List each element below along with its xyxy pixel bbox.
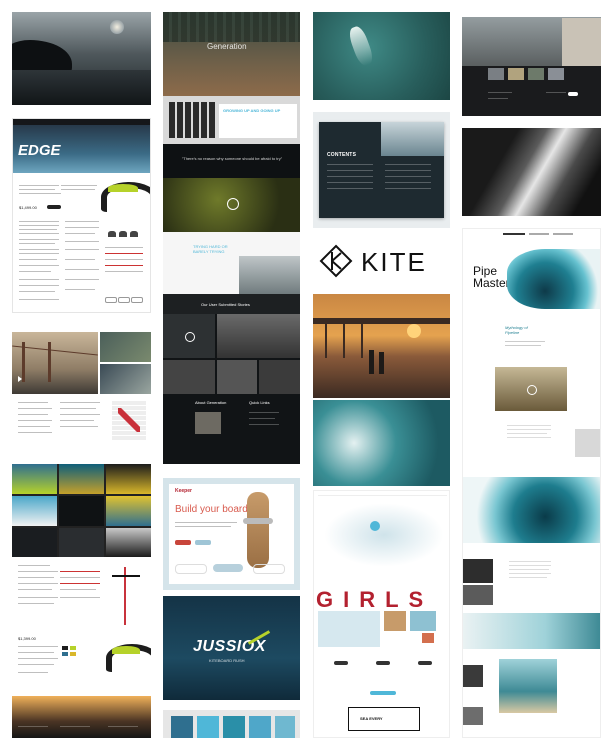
column-1: EDGE $1,499.00 $1,399.00 <box>12 12 151 738</box>
aerial-surf-image[interactable] <box>313 12 450 100</box>
wind-range-chart <box>112 400 146 440</box>
golden-gate-video-tile[interactable] <box>12 332 151 394</box>
shop-button[interactable] <box>370 691 396 695</box>
secondary-button[interactable] <box>195 540 211 545</box>
quote-text: "There's no reason why someone should be… <box>181 156 283 161</box>
jussiox-tagline: KITEBOARD RUSH <box>209 658 245 663</box>
wave-hero <box>507 249 600 309</box>
stories-heading: Our User Submitted Stories <box>201 302 250 307</box>
edge-price: $1,499.00 <box>19 205 37 210</box>
girls-collection-page[interactable]: GIRLS SEA EVERY <box>313 490 450 738</box>
column-3: CONTENTS KITE GIRLS SEA EVERY <box>313 12 450 738</box>
sunset-footer-tile[interactable] <box>12 696 151 738</box>
subscribe-button[interactable] <box>568 92 578 96</box>
kite-logo-tile[interactable]: KITE <box>313 230 450 292</box>
pier-sunset-image[interactable] <box>313 294 450 398</box>
sea-every-cta[interactable]: SEA EVERY <box>360 716 383 721</box>
edge-title: EDGE <box>18 142 61 159</box>
generation-site-page[interactable]: Generation GROWING UP AND GOING UP "Ther… <box>163 12 300 464</box>
play-icon[interactable] <box>18 376 22 382</box>
app-screens-tile[interactable] <box>163 710 300 738</box>
size-button[interactable] <box>131 297 143 303</box>
street-site-page[interactable] <box>462 12 601 116</box>
beach-wave-image[interactable] <box>499 659 557 713</box>
pipe-masters-page[interactable]: Pipe Masters Mythology of Pipeline <box>462 228 601 738</box>
control-bar-section <box>12 557 151 632</box>
pipe-subtitle: Mythology of Pipeline <box>505 325 528 335</box>
barrel-wave-image[interactable] <box>463 477 600 543</box>
size-button[interactable] <box>105 297 117 303</box>
board-heading: Build your board. <box>175 504 251 515</box>
product-price: $1,399.00 <box>18 636 36 641</box>
surfer-photo[interactable] <box>495 367 567 411</box>
quick-links-heading: Quick Links <box>249 400 270 405</box>
column-2: Generation GROWING UP AND GOING UP "Ther… <box>163 12 300 738</box>
aerial-wave-image[interactable] <box>313 400 450 486</box>
edge-kite-product-page[interactable]: EDGE $1,499.00 <box>12 118 151 313</box>
column-4: Pipe Masters Mythology of Pipeline <box>462 12 601 738</box>
contents-heading: CONTENTS <box>327 152 357 158</box>
add-to-cart-button[interactable] <box>47 205 61 209</box>
kite-color-grid[interactable] <box>12 464 151 557</box>
play-icon[interactable] <box>527 385 537 395</box>
board-builder-page[interactable]: Keeper Build your board. <box>163 478 300 590</box>
trying-heading: TRYING HARD OR BARELY TRYING <box>193 244 228 254</box>
play-icon[interactable] <box>185 332 195 342</box>
play-icon[interactable] <box>227 198 239 210</box>
kite-logo-icon <box>319 244 353 278</box>
kite-wordmark: KITE <box>361 247 427 277</box>
surfer-silhouette-image[interactable] <box>12 12 151 105</box>
headline-text: GROWING UP AND GOING UP <box>223 108 281 113</box>
about-heading: About Generation <box>195 400 227 405</box>
girls-heading: GIRLS <box>316 587 434 612</box>
jussiox-brand-tile[interactable]: JUSSIOX KITEBOARD RUSH <box>163 596 300 700</box>
kite-specs-section <box>12 394 151 454</box>
generation-title: Generation <box>207 42 247 51</box>
bw-wave-image[interactable] <box>462 128 601 216</box>
size-button[interactable] <box>118 297 130 303</box>
start-button[interactable] <box>175 540 191 545</box>
skateboard-graphic <box>247 492 269 568</box>
kite-product-block[interactable]: $1,399.00 <box>12 632 151 694</box>
magazine-contents-tile[interactable]: CONTENTS <box>313 112 450 228</box>
brand-logo: Keeper <box>175 488 192 494</box>
